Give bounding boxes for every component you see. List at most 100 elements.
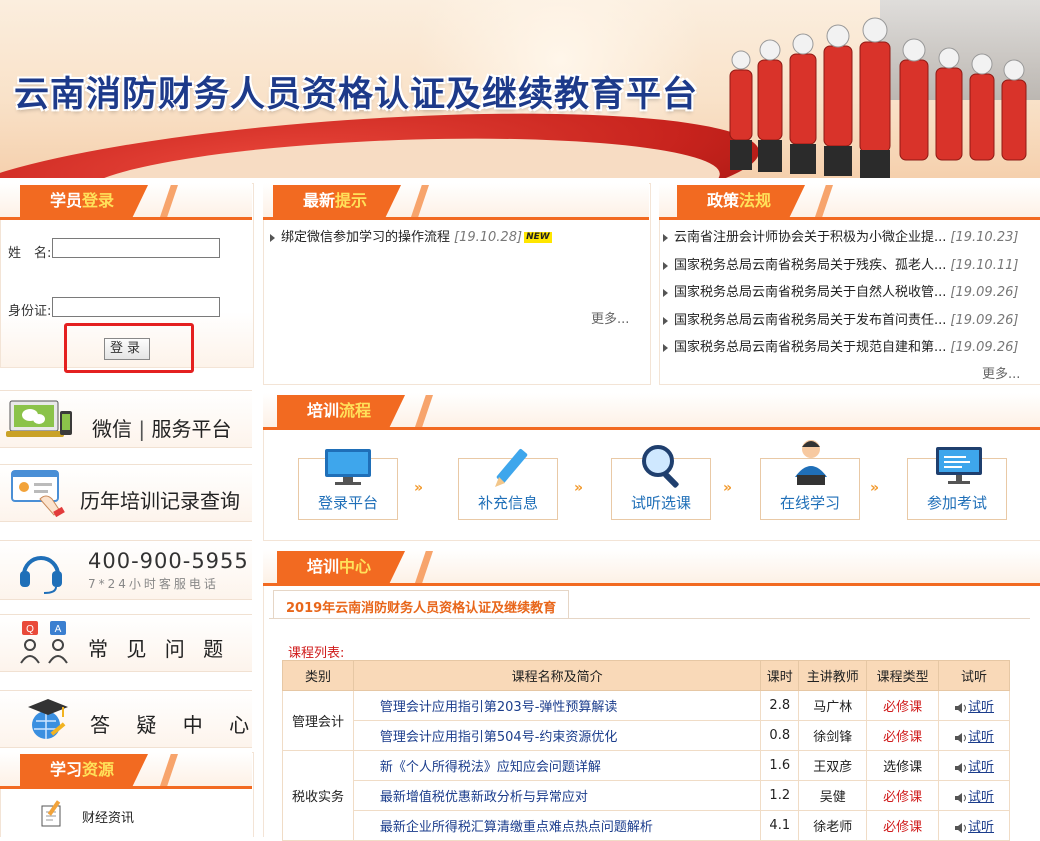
graduation-globe-icon	[28, 699, 68, 739]
step-arrow: »	[723, 480, 733, 496]
tips-more-link[interactable]: 更多...	[591, 308, 629, 327]
teacher-cell: 徐剑锋	[798, 720, 868, 751]
id-label: 身份证:	[8, 304, 52, 319]
audit-link[interactable]: 试听	[968, 730, 994, 745]
tips-item[interactable]: 绑定微信参加学习的操作流程 [19.10.28] NEW	[270, 226, 552, 245]
step-label: 登录平台	[317, 494, 378, 512]
table-row: 税收实务 新《个人所得税法》应知应会问题详解 1.6 王双彦 选修课 试听	[282, 750, 1010, 841]
process-header-highlight: 流程	[339, 401, 372, 420]
name-label: 姓 名:	[8, 246, 52, 261]
course-type: 必修课	[883, 700, 923, 715]
qa-center-link[interactable]: 答 疑 中 心	[0, 690, 252, 748]
policy-item[interactable]: 国家税务总局云南省税务局关于规范自建和第... [19.09.26]	[663, 336, 1018, 355]
course-name-link[interactable]: 新《个人所得税法》应知应会问题详解	[352, 750, 762, 781]
audit-cell: 试听	[938, 810, 1010, 841]
id-card-input[interactable]	[52, 297, 220, 317]
policy-item-title: 云南省注册会计师协会关于积极为小微企业提...	[674, 230, 947, 245]
teacher-cell: 王双彦	[798, 750, 868, 781]
wechat-label: 微信	[92, 417, 132, 441]
new-badge: NEW	[524, 232, 552, 243]
login-header: 学员登录	[0, 183, 252, 220]
speaker-icon	[955, 792, 967, 803]
hotline-subtitle: 7*24小时客服电话	[88, 577, 219, 591]
audit-link[interactable]: 试听	[968, 790, 994, 805]
login-header-text: 学员	[50, 191, 83, 210]
hotline-block: 400-900-5955 7*24小时客服电话	[0, 540, 252, 600]
course-name-link[interactable]: 管理会计应用指引第504号-约束资源优化	[352, 720, 762, 751]
course-name-link[interactable]: 最新增值税优惠新政分析与异常应对	[352, 780, 762, 811]
policy-more-link[interactable]: 更多...	[982, 363, 1020, 382]
hours-cell: 0.8	[760, 720, 800, 751]
center-header-highlight: 中心	[339, 557, 372, 576]
tips-header: 最新提示	[263, 183, 649, 220]
course-tab[interactable]: 2019年云南消防财务人员资格认证及继续教育	[273, 590, 569, 619]
step-audit-select[interactable]: 试听选课	[611, 445, 711, 520]
policy-item[interactable]: 国家税务总局云南省税务局关于自然人税收管... [19.09.26]	[663, 281, 1018, 300]
audit-cell: 试听	[938, 780, 1010, 811]
table-row: 管理会计 管理会计应用指引第203号-弹性预算解读 2.8 马广林 必修课 试听	[282, 690, 1010, 751]
teacher-cell: 徐老师	[798, 810, 868, 841]
category-cell: 税收实务	[282, 750, 354, 841]
policy-item[interactable]: 国家税务总局云南省税务局关于残疾、孤老人... [19.10.11]	[663, 254, 1018, 273]
audit-link[interactable]: 试听	[968, 760, 994, 775]
step-take-exam[interactable]: 参加考试	[907, 447, 1007, 520]
step-login-platform[interactable]: 登录平台	[298, 449, 398, 520]
step-arrow: »	[870, 480, 880, 496]
policy-item[interactable]: 国家税务总局云南省税务局关于发布首问责任... [19.09.26]	[663, 309, 1018, 328]
laptop-wechat-icon	[6, 400, 72, 437]
col-teacher: 主讲教师	[798, 660, 868, 691]
step-complete-info[interactable]: 补充信息	[458, 449, 558, 520]
table-row: 最新增值税优惠新政分析与异常应对 1.2 吴健 必修课 试听	[283, 780, 1010, 811]
course-list-label: 课程列表:	[288, 646, 345, 661]
bullet-arrow-icon	[663, 233, 668, 242]
resources-header-text: 学习	[50, 760, 83, 779]
tips-header-highlight: 提示	[335, 191, 368, 210]
type-cell: 必修课	[866, 690, 940, 721]
qa-center-label: 答 疑 中 心	[90, 713, 260, 737]
audit-cell: 试听	[938, 750, 1010, 781]
policy-header-highlight: 法规	[739, 191, 772, 210]
svg-text:Q: Q	[26, 624, 34, 635]
process-header: 培训流程	[263, 393, 1040, 430]
policy-header-text: 政策	[707, 191, 740, 210]
course-name-link[interactable]: 管理会计应用指引第203号-弹性预算解读	[352, 690, 762, 721]
audit-link[interactable]: 试听	[968, 700, 994, 715]
type-cell: 必修课	[866, 780, 940, 811]
policy-item-date: [19.09.26]	[950, 313, 1019, 328]
faq-link[interactable]: Q A 常 见 问 题	[0, 614, 252, 672]
col-audit: 试听	[938, 660, 1010, 691]
teacher-cell: 吴健	[798, 780, 868, 811]
training-records-link[interactable]: 历年培训记录查询	[0, 464, 252, 522]
bullet-arrow-icon	[663, 316, 668, 325]
step-label: 参加考试	[926, 494, 987, 512]
speaker-icon	[955, 762, 967, 773]
hours-cell: 4.1	[760, 810, 800, 841]
hours-cell: 1.2	[760, 780, 800, 811]
course-type: 必修课	[883, 730, 923, 745]
step-label: 试听选课	[630, 494, 691, 512]
policy-item-date: [19.10.23]	[950, 230, 1019, 245]
col-course-type: 课程类型	[866, 660, 940, 691]
bullet-arrow-icon	[663, 288, 668, 297]
course-name-link[interactable]: 最新企业所得税汇算清缴重点难点热点问题解析	[352, 810, 762, 841]
audit-link[interactable]: 试听	[968, 820, 994, 835]
login-button[interactable]: 登录	[104, 338, 150, 360]
table-row: 管理会计应用指引第504号-约束资源优化 0.8 徐剑锋 必修课 试听	[283, 720, 1010, 751]
name-input[interactable]	[52, 238, 220, 258]
records-search-icon	[11, 470, 65, 518]
policy-item[interactable]: 云南省注册会计师协会关于积极为小微企业提... [19.10.23]	[663, 226, 1018, 245]
bullet-arrow-icon	[270, 233, 275, 242]
tips-item-title: 绑定微信参加学习的操作流程	[281, 230, 451, 245]
headset-icon	[20, 556, 62, 594]
exam-screen-icon	[936, 447, 982, 484]
table-row: 最新企业所得税汇算清缴重点难点热点问题解析 4.1 徐老师 必修课 试听	[283, 810, 1010, 841]
wechat-service-link[interactable]: 微信 | 服务平台	[0, 390, 252, 448]
type-cell: 选修课	[866, 750, 940, 781]
speaker-icon	[955, 822, 967, 833]
step-online-learning[interactable]: 在线学习	[760, 440, 860, 520]
policy-item-title: 国家税务总局云南省税务局关于残疾、孤老人...	[674, 258, 947, 273]
tab-divider	[269, 618, 1030, 619]
finance-news-link[interactable]: 财经资讯	[82, 807, 134, 826]
faq-label: 常 见 问 题	[88, 637, 230, 661]
tips-header-text: 最新	[303, 191, 336, 210]
